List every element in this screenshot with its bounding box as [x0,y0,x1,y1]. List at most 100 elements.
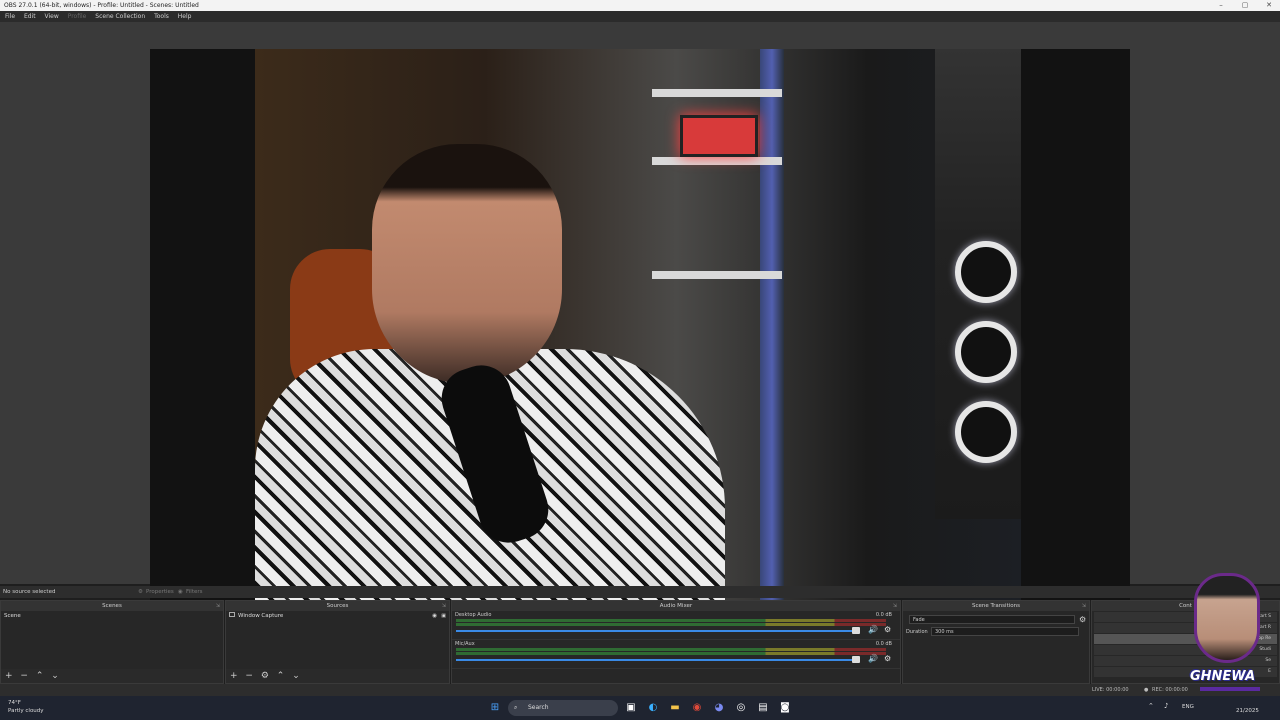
sources-title: Sources [326,603,349,609]
move-down-icon[interactable]: ⌄ [292,671,300,681]
avatar-badge-text: GHNEWA [1190,669,1256,684]
volume-slider-handle[interactable] [851,627,860,634]
volume-meter [456,619,886,622]
menu-edit[interactable]: Edit [24,13,36,20]
eye-icon[interactable]: ◉ [432,611,437,621]
add-source-button[interactable]: + [230,671,238,681]
red-lightbox [680,115,758,157]
channel-name: Desktop Audio [455,612,492,618]
weather-temp: 74°F [8,700,21,706]
duration-input[interactable]: 300 ms [931,627,1079,636]
lock-icon[interactable]: ▣ [441,611,446,621]
undock-icon[interactable]: ⇲ [442,601,446,611]
chevron-up-icon[interactable]: ⌃ [1148,702,1154,710]
channel-name: Mic/Aux [455,641,475,647]
undock-icon[interactable]: ⇲ [893,601,897,611]
chrome-icon[interactable]: ◉ [690,701,704,715]
badge-stripe [1200,687,1260,691]
window-icon [229,612,235,617]
discord-icon[interactable]: ◕ [712,701,726,715]
scenes-title: Scenes [102,603,122,609]
menu-help[interactable]: Help [178,13,192,20]
search-label: Search [528,704,549,711]
start-icon[interactable]: ⊞ [488,701,502,715]
menu-view[interactable]: View [45,13,59,20]
move-up-icon[interactable]: ⌃ [277,671,285,681]
maximize-button[interactable]: ▢ [1234,0,1256,11]
source-item[interactable]: Window Capture ◉ ▣ [226,611,449,621]
volume-slider-handle[interactable] [851,656,860,663]
terminal-icon[interactable]: ▤ [756,701,770,715]
remove-source-button[interactable]: − [245,671,253,681]
undock-icon[interactable]: ⇲ [216,601,220,611]
weather-desc: Partly cloudy [8,708,44,714]
preview-area [0,22,1280,600]
audio-mixer-title: Audio Mixer [659,603,693,609]
menu-scene-collection[interactable]: Scene Collection [95,13,145,20]
rec-dot-icon: ● [1144,687,1149,693]
menu-bar: File Edit View Profile Scene Collection … [0,11,1280,22]
gear-icon[interactable]: ⚙ [884,625,891,634]
task-view-icon[interactable]: ▣ [624,701,638,715]
sources-dock: Sources ⇲ Window Capture ◉ ▣ + − ⚙ ⌃ ⌄ [225,600,450,684]
obs-icon[interactable]: ◎ [734,701,748,715]
language-indicator[interactable]: ENG [1182,704,1194,710]
preview-canvas[interactable] [150,49,1130,600]
source-item-label: Window Capture [238,613,284,619]
properties-button[interactable]: Properties [146,586,174,598]
transitions-title: Scene Transitions [972,603,1020,609]
led-light-strip [760,49,784,600]
scenes-toolbar: + − ⌃ ⌄ [1,669,223,683]
undock-icon[interactable]: ⇲ [1082,601,1086,611]
weather-widget[interactable]: 74°F Partly cloudy [8,699,44,715]
scenes-dock: Scenes ⇲ Scene + − ⌃ ⌄ [0,600,224,684]
mixer-channel-desktop: Desktop Audio 0.0 dB 🔊 ⚙ [452,611,900,640]
volume-meter [456,648,886,651]
add-scene-button[interactable]: + [5,671,13,681]
taskbar: 74°F Partly cloudy ⊞ ⌕ Search ▣ ◐ ▬ ◉ ◕ … [0,696,1280,720]
source-properties-icon[interactable]: ⚙ [261,671,269,681]
live-timer: LIVE: 00:00:00 [1092,687,1129,693]
app-icon[interactable]: ◙ [778,701,792,715]
volume-slider[interactable] [456,630,856,632]
scene-item[interactable]: Scene [1,611,223,621]
gear-icon[interactable]: ⚙ [1079,615,1086,624]
taskbar-search[interactable]: ⌕ Search [508,700,618,716]
menu-profile[interactable]: Profile [68,13,87,20]
move-down-icon[interactable]: ⌄ [51,671,59,681]
channel-db: 0.0 dB [875,641,892,647]
minimize-button[interactable]: – [1210,0,1232,11]
window-title: OBS 27.0.1 (64-bit, windows) - Profile: … [4,2,199,9]
file-explorer-icon[interactable]: ▬ [668,701,682,715]
volume-meter [456,652,886,655]
scene-transitions-dock: Scene Transitions ⇲ Fade ⚙ Duration 300 m… [902,600,1090,684]
no-source-label: No source selected [3,589,56,595]
window-title-bar: OBS 27.0.1 (64-bit, windows) - Profile: … [0,0,1280,11]
menu-file[interactable]: File [5,13,15,20]
volume-meter [456,623,886,626]
wall-shelf [652,271,782,279]
menu-tools[interactable]: Tools [154,13,169,20]
case-fan [955,401,1017,463]
close-button[interactable]: ✕ [1258,0,1280,11]
status-bar: LIVE: 00:00:00 ● REC: 00:00:00 [0,684,1280,696]
transition-select[interactable]: Fade [909,615,1075,624]
wall-shelf [652,89,782,97]
remove-scene-button[interactable]: − [20,671,28,681]
volume-slider[interactable] [456,659,856,661]
move-up-icon[interactable]: ⌃ [36,671,44,681]
case-fan [955,241,1017,303]
microphone-icon[interactable]: ♪ [1164,702,1168,710]
edge-icon[interactable]: ◐ [646,701,660,715]
filters-icon: ◉ [178,589,183,595]
speaker-icon[interactable]: 🔊 [868,654,878,663]
case-fan [955,321,1017,383]
gear-icon[interactable]: ⚙ [884,654,891,663]
clock-date[interactable]: 21/2025 [1236,708,1259,714]
channel-db: 0.0 dB [875,612,892,618]
search-icon: ⌕ [514,704,518,711]
gear-icon: ⚙ [138,589,143,595]
speaker-icon[interactable]: 🔊 [868,625,878,634]
filters-button[interactable]: Filters [186,586,203,598]
source-toolbar: No source selected ⚙ Properties ◉ Filter… [0,586,1280,598]
